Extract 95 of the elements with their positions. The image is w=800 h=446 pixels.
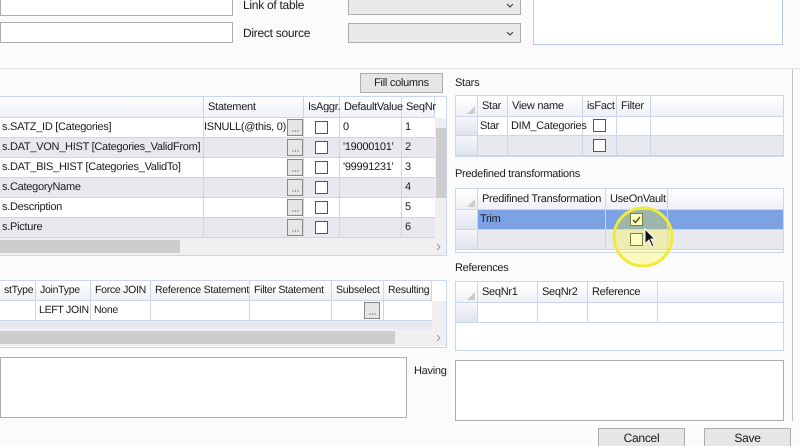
column-header[interactable]: Resulting (384, 281, 432, 300)
row-header[interactable] (456, 136, 478, 155)
row-header[interactable] (456, 303, 478, 322)
checkbox[interactable] (593, 119, 606, 132)
column-header[interactable]: JoinType (36, 281, 91, 300)
select-all-icon[interactable] (467, 292, 475, 300)
ellipsis-button[interactable] (287, 159, 303, 176)
column-header[interactable]: DefaultValue (340, 97, 402, 117)
scrollbar-thumb[interactable] (436, 128, 446, 198)
checkbox[interactable] (315, 201, 328, 214)
field-label: Link of table (243, 0, 306, 14)
ellipsis-button[interactable] (287, 139, 303, 156)
column-header[interactable]: Predifined Transformation (478, 189, 606, 209)
star-value: Star (480, 118, 500, 134)
column-name: s.Description (2, 200, 62, 216)
default-value: '99991231' (343, 160, 394, 176)
having-label: Having (414, 364, 447, 379)
checkbox[interactable] (630, 213, 643, 226)
chevron-down-icon (506, 30, 514, 36)
view-name: DIM_Categories (511, 118, 587, 134)
column-header[interactable]: Reference (588, 282, 658, 302)
sequence-number: 5 (405, 200, 411, 216)
column-header[interactable]: UseOnVault (606, 189, 668, 209)
section-title: References (455, 261, 510, 274)
row-header[interactable] (456, 230, 478, 249)
vertical-scrollbar[interactable] (432, 301, 446, 329)
column-header[interactable]: SeqNr1 (478, 282, 538, 302)
dropdown[interactable] (348, 0, 521, 15)
section-title: Predefined transformations (455, 167, 581, 180)
cursor-icon (644, 228, 656, 248)
dialog-button[interactable]: Save (704, 428, 791, 446)
checkbox[interactable] (315, 221, 328, 234)
column-header[interactable]: Reference Statement (151, 281, 250, 300)
chevron-down-icon (506, 2, 514, 8)
checkbox[interactable] (593, 139, 606, 152)
transformation-name: Trim (480, 212, 500, 228)
default-value: '19000101' (343, 140, 394, 156)
column-name: s.Picture (2, 220, 42, 236)
column-header[interactable]: Statement (204, 97, 304, 117)
column-header[interactable]: SeqNr2 (538, 282, 588, 302)
column-header[interactable]: IsAggr. (304, 97, 340, 117)
ellipsis-button[interactable] (287, 179, 303, 196)
checkbox[interactable] (315, 121, 328, 134)
row-header[interactable] (456, 210, 478, 229)
ellipsis-button[interactable] (364, 302, 380, 319)
text-area[interactable] (0, 357, 407, 418)
check-icon (632, 216, 641, 224)
sequence-number: 1 (405, 120, 411, 136)
select-all-icon[interactable] (467, 106, 475, 114)
dialog-button[interactable]: Cancel (598, 428, 685, 446)
fill-columns-button[interactable]: Fill columns (360, 73, 443, 93)
cursor-highlight-icon (612, 206, 674, 268)
vertical-scrollbar[interactable] (435, 118, 446, 238)
text-area[interactable] (455, 360, 784, 421)
column-header[interactable]: isFact (583, 96, 617, 116)
join-type: LEFT JOIN (39, 302, 89, 318)
ellipsis-button[interactable] (287, 219, 303, 236)
column-header[interactable]: View name (508, 96, 583, 116)
column-name: s.DAT_BIS_HIST [Categories_ValidTo] (2, 160, 181, 176)
column-header[interactable]: Filter (617, 96, 651, 116)
column-name: s.DAT_VON_HIST [Categories_ValidFrom] (2, 140, 200, 156)
scrollbar-thumb[interactable] (0, 240, 180, 253)
column-header[interactable]: Star (478, 96, 508, 116)
table-row[interactable]: Trim (456, 210, 783, 230)
checkbox[interactable] (315, 161, 328, 174)
sequence-number: 4 (405, 180, 411, 196)
horizontal-scrollbar[interactable] (0, 238, 446, 255)
text-area[interactable] (533, 0, 783, 45)
statement-text: ISNULL(@this, 0) (204, 121, 286, 134)
checkbox[interactable] (630, 233, 643, 246)
ellipsis-button[interactable] (287, 119, 303, 136)
scrollbar-thumb[interactable] (0, 331, 395, 344)
row-header[interactable] (456, 116, 478, 136)
column-header[interactable]: Force JOIN (91, 281, 151, 300)
checkbox[interactable] (315, 181, 328, 194)
checkbox[interactable] (315, 141, 328, 154)
select-all-icon[interactable] (467, 199, 475, 207)
text-field[interactable] (0, 0, 233, 16)
ellipsis-button[interactable] (287, 199, 303, 216)
horizontal-scrollbar[interactable] (0, 329, 446, 346)
sequence-number: 3 (405, 160, 411, 176)
column-name: s.CategoryName (2, 180, 81, 196)
default-value: 0 (343, 120, 349, 136)
force-join-value: None (94, 302, 118, 318)
sequence-number: 2 (405, 140, 411, 156)
column-header[interactable]: stType (0, 281, 36, 300)
section-title: Stars (455, 76, 480, 89)
text-field[interactable] (0, 22, 233, 43)
sequence-number: 6 (405, 220, 411, 236)
column-header[interactable]: SeqNr (402, 97, 435, 117)
column-header[interactable]: Subselect (332, 281, 384, 300)
column-name: s.SATZ_ID [Categories] (2, 120, 112, 136)
dropdown[interactable] (348, 23, 521, 43)
field-label: Direct source (243, 25, 312, 42)
column-header[interactable]: Filter Statement (250, 281, 332, 300)
